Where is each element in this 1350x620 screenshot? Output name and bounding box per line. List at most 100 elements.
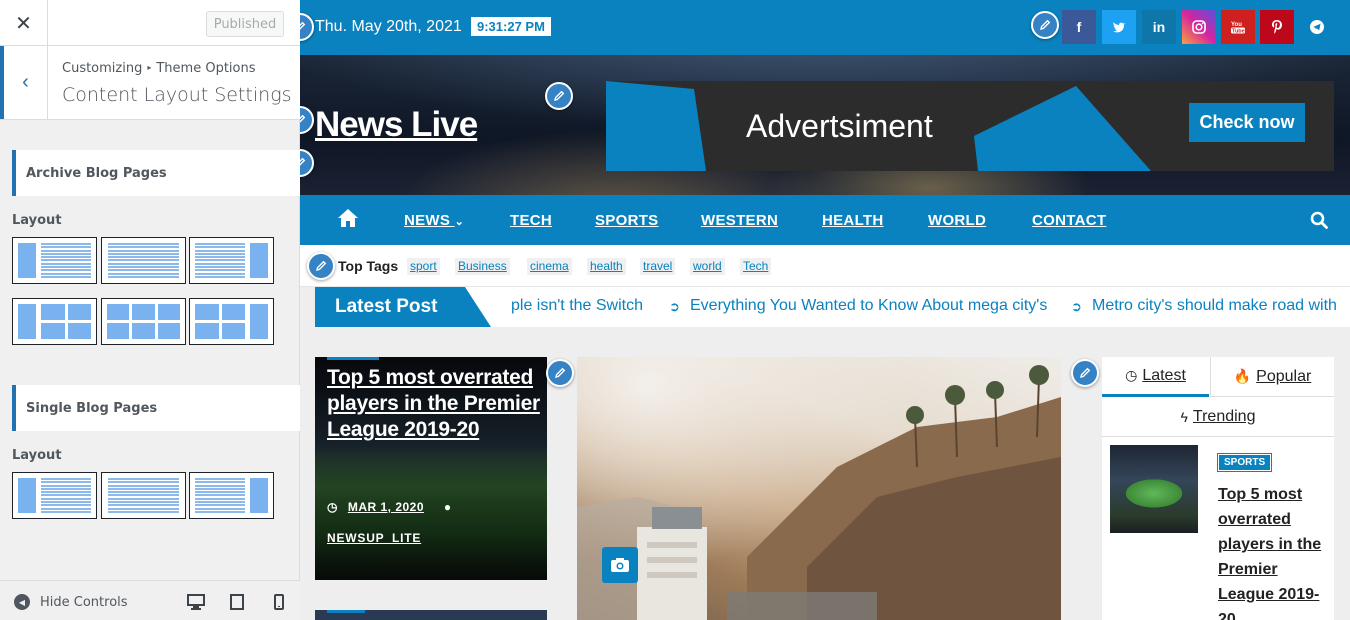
layout-option-grid-full-width[interactable]: [101, 298, 186, 345]
nav-world[interactable]: WORLD: [928, 212, 986, 229]
featured-post-card[interactable]: Top 5 most overrated players in the Prem…: [315, 357, 547, 580]
svg-text:Tube: Tube: [1232, 28, 1245, 34]
back-button[interactable]: ‹: [0, 46, 48, 119]
published-button[interactable]: Published: [206, 11, 284, 37]
site-title[interactable]: News Live: [315, 105, 478, 145]
nav-contact[interactable]: CONTACT: [1032, 212, 1106, 229]
desktop-preview-icon[interactable]: [187, 594, 205, 610]
ad-text: Advertsiment: [746, 108, 933, 144]
tag-link[interactable]: sport: [407, 258, 440, 275]
layout-option-grid-left-sidebar[interactable]: [12, 298, 97, 345]
category-badge: [327, 610, 365, 613]
nav-tech[interactable]: TECH: [510, 212, 552, 229]
top-tags-label: Top Tags: [338, 258, 399, 274]
tag-link[interactable]: Business: [455, 258, 510, 275]
tag-link[interactable]: world: [690, 258, 725, 275]
single-layout-label: Layout: [12, 448, 62, 463]
nav-health[interactable]: HEALTH: [822, 212, 884, 229]
tab-latest[interactable]: ◷ Latest: [1102, 357, 1209, 397]
nav-news-label: NEWS: [404, 212, 451, 229]
layout-option-grid-right-sidebar[interactable]: [189, 298, 274, 345]
archive-blog-pages-heading: Archive Blog Pages: [12, 150, 300, 196]
main-navigation: NEWS ⌄ TECH SPORTS WESTERN HEALTH WORLD …: [300, 195, 1350, 245]
coastal-scene-illustration: [577, 365, 1061, 620]
hide-controls-button[interactable]: ◀ Hide Controls: [14, 594, 128, 610]
tablet-preview-icon[interactable]: [229, 594, 245, 610]
ticker-item[interactable]: ple isn't the Switch: [511, 297, 643, 315]
breadcrumb: Customizing ▸ Theme Options: [62, 61, 256, 76]
home-icon[interactable]: [337, 208, 359, 228]
breadcrumb-root: Customizing: [62, 61, 143, 76]
close-customizer-button[interactable]: ✕: [0, 0, 48, 46]
tab-latest-label: Latest: [1142, 366, 1186, 384]
ticker-item[interactable]: Metro city's should make road with: [1092, 297, 1337, 315]
instagram-icon[interactable]: [1182, 10, 1216, 44]
featured-post-title[interactable]: Top 5 most overrated players in the Prem…: [327, 365, 542, 443]
layout-option-right-sidebar[interactable]: [189, 237, 274, 284]
youtube-icon[interactable]: You Tube: [1221, 10, 1255, 44]
latest-post-ticker: Latest Post ple isn't the Switch ➲ Every…: [315, 287, 1350, 327]
search-icon[interactable]: [1310, 211, 1328, 229]
customizer-panel: ✕ Published ‹ Customizing ▸ Theme Options …: [0, 0, 300, 620]
featured-image[interactable]: [577, 357, 1061, 620]
post-author[interactable]: NEWSUP_LITE: [327, 531, 421, 545]
sidebar-post-title[interactable]: Top 5 most overrated players in the Prem…: [1218, 482, 1328, 620]
current-time: 9:31:27 PM: [471, 17, 551, 36]
tab-popular-label: Popular: [1256, 367, 1312, 385]
chevron-left-icon: ‹: [22, 71, 29, 93]
nav-news[interactable]: NEWS ⌄: [404, 212, 464, 229]
user-icon: ●: [443, 500, 452, 514]
tab-popular[interactable]: 🔥 Popular: [1210, 357, 1334, 397]
edit-shortcut-tags-icon[interactable]: [307, 252, 335, 280]
tab-trending[interactable]: ϟ Trending: [1102, 397, 1334, 437]
svg-text:You: You: [1231, 22, 1242, 28]
edit-shortcut-sidebar-icon[interactable]: [1071, 359, 1099, 387]
site-preview: Thu. May 20th, 2021 9:31:27 PM f in You T…: [300, 0, 1350, 620]
edit-shortcut-header-icon[interactable]: [545, 82, 573, 110]
tab-trending-label: Trending: [1192, 407, 1256, 425]
tag-link[interactable]: travel: [640, 258, 676, 275]
facebook-icon[interactable]: f: [1062, 10, 1096, 44]
ticker-item[interactable]: Everything You Wanted to Know About mega…: [690, 297, 1047, 315]
telegram-icon[interactable]: [1300, 10, 1334, 44]
breadcrumb-parent: Theme Options: [156, 61, 256, 76]
post-meta: ◷ MAR 1, 2020 ●: [327, 500, 452, 514]
layout-option-left-sidebar[interactable]: [12, 237, 97, 284]
linkedin-icon[interactable]: in: [1142, 10, 1176, 44]
check-now-button[interactable]: Check now: [1189, 103, 1305, 142]
single-layout-right-sidebar[interactable]: [189, 472, 274, 519]
edit-shortcut-social-icon[interactable]: [1031, 11, 1059, 39]
single-layout-full-width[interactable]: [101, 472, 186, 519]
ticker-viewport: ple isn't the Switch ➲ Everything You Wa…: [511, 287, 1350, 327]
twitter-icon[interactable]: [1102, 10, 1136, 44]
edit-shortcut-featured-icon[interactable]: [546, 359, 574, 387]
close-icon: ✕: [15, 12, 32, 35]
current-date: Thu. May 20th, 2021: [315, 18, 462, 35]
tag-link[interactable]: cinema: [527, 258, 572, 275]
post-thumbnail[interactable]: [1110, 445, 1198, 533]
hide-controls-label: Hide Controls: [40, 594, 128, 610]
clock-icon: ◷: [1125, 367, 1138, 383]
tag-link[interactable]: Tech: [740, 258, 772, 275]
category-badge: [327, 357, 379, 360]
clock-icon: ◷: [327, 500, 338, 514]
advertisement-banner[interactable]: Advertsiment Check now: [606, 81, 1334, 171]
fire-icon: 🔥: [1233, 368, 1252, 384]
latest-post-label: Latest Post: [315, 287, 491, 327]
breadcrumb-separator-icon: ▸: [147, 63, 152, 72]
category-badge[interactable]: SPORTS: [1216, 453, 1273, 472]
layout-option-full-width[interactable]: [101, 237, 186, 284]
collapse-icon: ◀: [14, 594, 30, 610]
post-date[interactable]: MAR 1, 2020: [348, 500, 424, 514]
customizer-header: ✕ Published: [0, 0, 300, 46]
single-layout-left-sidebar[interactable]: [12, 472, 97, 519]
post-card[interactable]: [315, 610, 547, 620]
nav-western[interactable]: WESTERN: [701, 212, 778, 229]
top-tags-bar: Top Tags sport Business cinema health tr…: [300, 245, 1350, 287]
customizer-footer: ◀ Hide Controls: [0, 580, 300, 620]
section-header: ‹ Customizing ▸ Theme Options Content Layo…: [0, 46, 300, 120]
nav-sports[interactable]: SPORTS: [595, 212, 658, 229]
tag-link[interactable]: health: [587, 258, 626, 275]
mobile-preview-icon[interactable]: [273, 594, 285, 610]
pinterest-icon[interactable]: [1260, 10, 1294, 44]
